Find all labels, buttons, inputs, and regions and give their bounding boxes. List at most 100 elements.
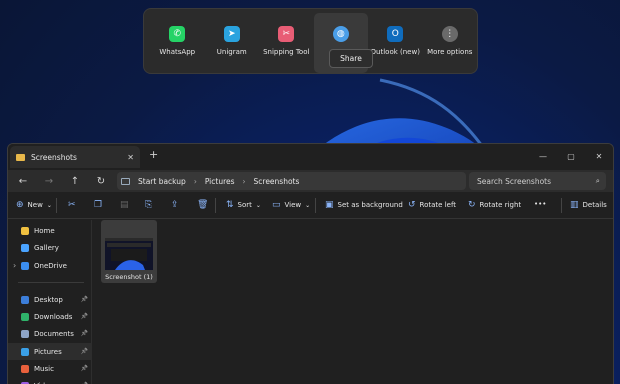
details-button[interactable]: ▥ Details [570,200,607,210]
rotate-right-icon: ↻ [468,200,476,210]
more-options-icon: ⋮ [441,26,458,42]
title-bar: Screenshots ✕ + — ▢ ✕ [8,144,613,170]
breadcrumb-chevron-icon: › [193,176,197,186]
desktop-icon [21,295,29,304]
share-app-label: More options [427,48,473,56]
tab-screenshots[interactable]: Screenshots ✕ [10,146,140,168]
trash-icon: 🗑 [197,200,209,210]
share-app-label: Unigram [216,48,247,56]
nav-item-desktop[interactable]: Desktop 📌 [8,291,92,308]
nav-item-onedrive[interactable]: › OneDrive [8,257,92,274]
file-item[interactable]: Screenshot (1) [101,220,157,283]
share-app-outlook[interactable]: O Outlook (new) [368,13,423,73]
wallpaper-icon: ▣ [325,200,334,210]
nav-item-label: Music [34,364,54,373]
more-button[interactable]: ••• [534,200,546,208]
rotate-left-button[interactable]: ↺ Rotate left [408,200,456,210]
copy-button[interactable]: ❐ [94,200,102,210]
up-button[interactable]: ↑ [62,176,88,187]
address-bar[interactable]: Start backup › Pictures › Screenshots [117,172,466,190]
rename-button[interactable]: ⎘ [145,200,152,210]
delete-button[interactable]: 🗑 [197,200,208,210]
nav-item-label: Desktop [34,295,63,304]
share-app-snipping-tool[interactable]: ✂ Snipping Tool [259,13,314,73]
rotate-right-button[interactable]: ↻ Rotate right [468,200,521,210]
nav-item-pictures[interactable]: Pictures 📌 [8,343,92,360]
nav-item-label: OneDrive [34,261,67,270]
share-app-label: WhatsApp [159,48,196,56]
monitor-icon [121,177,130,185]
cut-button[interactable]: ✂ [68,200,76,210]
home-icon [21,226,29,235]
nav-item-gallery[interactable]: Gallery [8,239,92,256]
chevron-down-icon: ⌄ [255,201,261,209]
sort-icon: ⇅ [226,200,234,210]
nav-item-label: Downloads [34,312,73,321]
minimize-button[interactable]: — [529,144,557,168]
file-name: Screenshot (1) [105,273,153,281]
whatsapp-icon: ✆ [169,26,186,42]
breadcrumb-screenshots[interactable]: Screenshots [254,177,300,186]
thumbnail-image [105,241,153,270]
pin-icon: 📌 [80,330,88,337]
search-icon: ⌕ [595,176,600,185]
refresh-button[interactable]: ↻ [88,176,114,187]
share-icon: ⇪ [171,200,179,210]
pin-icon: 📌 [80,313,88,320]
sort-button[interactable]: ⇅ Sort ⌄ [226,200,261,210]
share-app-telegram[interactable]: ➤ Unigram [205,13,260,73]
share-app-label: Outlook (new) [370,48,420,56]
share-app-whatsapp[interactable]: ✆ WhatsApp [150,13,205,73]
new-button[interactable]: ⊕ New ⌄ [16,200,52,210]
music-icon [21,364,29,373]
scissors-icon: ✂ [68,200,76,210]
globe-icon: ◍ [332,26,349,42]
search-input[interactable]: Search Screenshots ⌕ [469,172,606,190]
navigation-pane: Home Gallery › OneDrive Desktop 📌 Downloads 📌 Do… [8,220,92,384]
share-app-more-options[interactable]: ⋮ More options [423,13,478,73]
new-tab-button[interactable]: + [149,148,158,161]
nav-item-label: Documents [34,329,74,338]
share-flyout: ✆ WhatsApp ➤ Unigram ✂ Snipping Tool ◍ O Outlook… [143,8,478,74]
telegram-icon: ➤ [223,26,240,42]
nav-divider [18,282,84,283]
close-tab-icon[interactable]: ✕ [127,153,134,162]
share-app-label: Snipping Tool [263,48,310,56]
folder-icon [16,153,25,161]
onedrive-icon [21,261,29,270]
nav-item-music[interactable]: Music 📌 [8,360,92,377]
pin-icon: 📌 [80,348,88,355]
nav-item-downloads[interactable]: Downloads 📌 [8,308,92,325]
paste-icon: ▤ [120,200,129,210]
nav-item-home[interactable]: Home [8,222,92,239]
back-button[interactable]: ← [10,176,36,187]
view-button[interactable]: ▭ View ⌄ [272,200,310,210]
close-window-button[interactable]: ✕ [585,144,613,168]
set-as-background-button[interactable]: ▣ Set as background [325,200,403,210]
nav-item-label: Home [34,226,55,235]
share-tooltip: Share [329,49,373,68]
gallery-icon [21,243,29,252]
forward-button[interactable]: → [36,176,62,187]
navigation-bar: ← → ↑ ↻ Start backup › Pictures › Screen… [8,170,613,192]
outlook-icon: O [387,26,404,42]
breadcrumb-chevron-icon: › [242,176,246,186]
nav-item-videos[interactable]: Videos📌 [8,377,92,384]
command-bar: ⊕ New ⌄ ✂ ❐ ▤ ⎘ ⇪ 🗑 ⇅ Sort ⌄ ▭ View ⌄ ▣ Set as … [8,192,613,219]
pin-icon: 📌 [80,365,88,372]
nav-item-documents[interactable]: Documents 📌 [8,325,92,342]
copy-icon: ❐ [94,200,103,210]
maximize-button[interactable]: ▢ [557,144,585,168]
plus-icon: ⊕ [16,200,24,210]
details-pane-icon: ▥ [570,200,579,210]
file-thumbnail [105,238,153,270]
share-button[interactable]: ⇪ [171,200,179,210]
pin-icon: 📌 [80,296,88,303]
breadcrumb-start-backup[interactable]: Start backup [138,177,186,186]
breadcrumb-pictures[interactable]: Pictures [205,177,235,186]
paste-button[interactable]: ▤ [120,200,129,210]
file-explorer-window: Screenshots ✕ + — ▢ ✕ ← → ↑ ↻ Start back… [7,143,614,384]
chevron-down-icon: ⌄ [46,201,52,209]
view-icon: ▭ [272,200,281,210]
expand-chevron-icon[interactable]: › [13,261,16,270]
